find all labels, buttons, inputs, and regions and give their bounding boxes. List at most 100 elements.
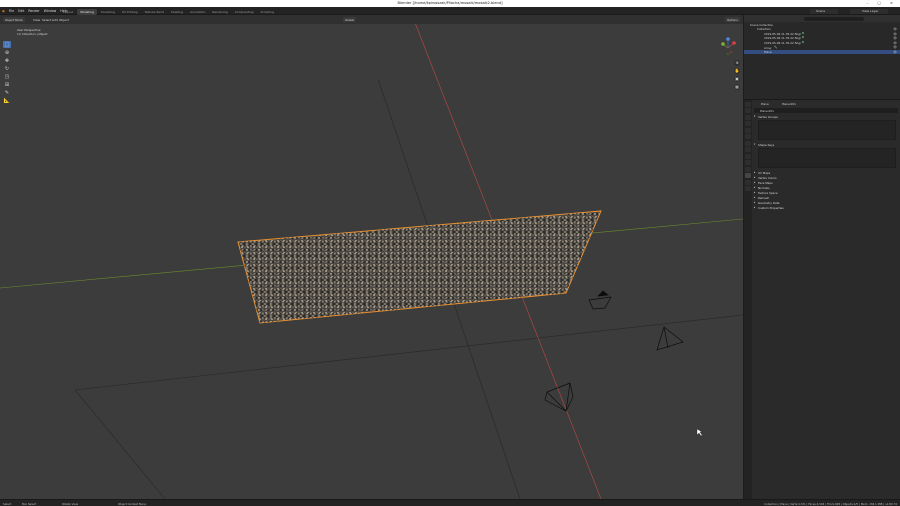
constraints-tab-icon[interactable] xyxy=(745,166,751,172)
tab-sculpting[interactable]: Sculpting xyxy=(98,9,118,15)
particles-tab-icon[interactable] xyxy=(745,153,751,159)
grid-line xyxy=(74,314,743,391)
workspace-tabs: Layout Modeling Sculpting UV Editing Tex… xyxy=(60,8,277,15)
outliner-row[interactable]: Plane 👁 xyxy=(744,49,900,55)
camera-view-icon[interactable]: ▣ xyxy=(734,76,740,82)
mode-selector[interactable]: Object Mode xyxy=(3,17,25,22)
collapse-arrow-icon: ▸ xyxy=(754,205,756,209)
mosaic-plane-detail xyxy=(238,211,601,323)
material-tab-icon[interactable] xyxy=(745,179,751,185)
3d-viewport[interactable]: Object Mode View Select Add Object Globa… xyxy=(0,15,743,499)
physics-tab-icon[interactable] xyxy=(745,160,751,165)
tab-rendering[interactable]: Rendering xyxy=(209,9,230,15)
move-tool-icon[interactable]: ✥ xyxy=(3,57,11,64)
transform-tool-icon[interactable]: ⊞ xyxy=(3,81,11,88)
tab-compositing[interactable]: Compositing xyxy=(232,9,257,15)
grid-line xyxy=(74,389,166,499)
visibility-eye-icon[interactable]: 👁 xyxy=(893,50,897,54)
navigation-buttons: ⊕ ✋ ▣ ▦ xyxy=(734,60,742,92)
vertex-groups-list[interactable] xyxy=(758,120,896,140)
shape-keys-list[interactable] xyxy=(758,148,896,168)
menu-add[interactable]: Add xyxy=(52,18,58,22)
status-hint-select: Select xyxy=(3,501,12,506)
collapse-arrow-icon: ▸ xyxy=(754,180,756,184)
perspective-toggle-icon[interactable]: ▦ xyxy=(734,84,740,90)
menu-window[interactable]: Window xyxy=(44,9,57,13)
view-layer-selector[interactable]: View Layer xyxy=(850,8,888,14)
breadcrumb-mesh: Plane.001 xyxy=(782,101,796,106)
select-tool-icon[interactable]: ⬚ xyxy=(3,41,11,48)
window-controls[interactable]: – ▢ × xyxy=(867,1,898,5)
blender-logo-icon[interactable]: ◉ xyxy=(2,9,5,13)
modifier-tab-icon[interactable] xyxy=(745,147,751,152)
outliner-row-label: Plane xyxy=(764,50,772,55)
view-layer-name: View Layer xyxy=(862,9,879,14)
properties-header: Plane Plane.001 xyxy=(752,100,900,107)
tab-layout[interactable]: Layout xyxy=(60,9,76,15)
expand-arrow-icon: ▾ xyxy=(754,142,756,146)
modifier-icon: ▼ xyxy=(802,40,804,44)
scale-tool-icon[interactable]: ◳ xyxy=(3,73,11,80)
tool-shelf: ⬚ ⊕ ✥ ↻ ◳ ⊞ ✎ 📐 xyxy=(3,41,11,105)
world-tab-icon[interactable] xyxy=(745,134,751,139)
tab-uv-editing[interactable]: UV Editing xyxy=(119,9,141,15)
cursor-tool-icon[interactable]: ⊕ xyxy=(3,49,11,56)
menu-select[interactable]: Select xyxy=(42,18,51,22)
window-title: Blender [/home/kpirosszak/Pliocha/mosaik… xyxy=(397,1,503,5)
collapse-arrow-icon: ▸ xyxy=(754,195,756,199)
outliner-panel: Scene Collection Collection 👁 2019-05-09… xyxy=(744,15,900,99)
mesh-name-field[interactable]: Plane.001 xyxy=(754,108,898,113)
tab-texture-paint[interactable]: Texture Paint xyxy=(142,9,167,15)
properties-panel: Plane Plane.001 Plane.001 ▾ Vertex Group… xyxy=(744,99,900,500)
scene-selector[interactable]: Scene xyxy=(810,8,838,14)
menu-render[interactable]: Render xyxy=(28,9,39,13)
mouse-cursor-icon xyxy=(696,428,703,437)
status-hint-context-menu: Object Context Menu xyxy=(118,501,147,506)
rotate-tool-icon[interactable]: ↻ xyxy=(3,65,11,72)
expand-arrow-icon: ▾ xyxy=(754,114,756,118)
annotate-tool-icon[interactable]: ✎ xyxy=(3,89,11,96)
tab-scripting[interactable]: Scripting xyxy=(258,9,277,15)
render-tab-icon[interactable] xyxy=(745,108,751,113)
collapse-arrow-icon: ▸ xyxy=(754,200,756,204)
scene-tab-icon[interactable] xyxy=(745,127,751,133)
status-hint-box-select: Box Select xyxy=(22,501,37,506)
pan-icon[interactable]: ✋ xyxy=(734,68,740,74)
scene-name: Scene xyxy=(816,9,826,14)
collapse-arrow-icon: ▸ xyxy=(754,185,756,189)
panel-custom-properties[interactable]: ▸ Custom Properties xyxy=(752,205,900,210)
view-layer-tab-icon[interactable] xyxy=(745,121,751,126)
panel-vertex-groups[interactable]: ▾ Vertex Groups xyxy=(752,114,900,119)
collapse-arrow-icon: ▸ xyxy=(754,190,756,194)
collapse-arrow-icon: ▸ xyxy=(754,170,756,174)
mesh-data-tab-icon[interactable] xyxy=(745,173,751,178)
outliner-search-input[interactable] xyxy=(804,16,864,21)
measure-tool-icon[interactable]: 📐 xyxy=(3,97,11,104)
zoom-icon[interactable]: ⊕ xyxy=(734,60,740,66)
menu-object[interactable]: Object xyxy=(59,18,69,22)
view-collection-label: (1) Collection | Object xyxy=(17,32,48,36)
outliner-header xyxy=(744,15,900,22)
properties-body: Plane Plane.001 Plane.001 ▾ Vertex Group… xyxy=(752,100,900,210)
modifier-icon: ▼ xyxy=(802,31,804,35)
menu-file[interactable]: File xyxy=(9,9,14,13)
tab-shading[interactable]: Shading xyxy=(168,9,186,15)
tool-tab-icon[interactable] xyxy=(745,101,751,107)
tab-modeling[interactable]: Modeling xyxy=(77,8,97,15)
texture-tab-icon[interactable] xyxy=(745,186,751,191)
tab-animation[interactable]: Animation xyxy=(187,9,208,15)
window-titlebar: Blender [/home/kpirosszak/Pliocha/mosaik… xyxy=(0,0,900,7)
object-tab-icon[interactable] xyxy=(745,140,751,146)
orientation-selector[interactable]: Global xyxy=(343,17,356,22)
options-button[interactable]: Options xyxy=(725,17,740,22)
menu-view[interactable]: View xyxy=(33,18,40,22)
viewport-scene xyxy=(0,15,743,499)
output-tab-icon[interactable] xyxy=(745,114,751,120)
viewport-header: Object Mode View Select Add Object Globa… xyxy=(0,15,743,24)
mesh-name-value: Plane.001 xyxy=(760,108,774,113)
top-bar: ◉ File Edit Render Window Help Layout Mo… xyxy=(0,7,900,15)
panel-shape-keys[interactable]: ▾ Shape Keys xyxy=(752,142,900,147)
status-scene-stats: Collection | Plane | Verts:4,721 | Faces… xyxy=(764,501,897,506)
menu-edit[interactable]: Edit xyxy=(18,9,24,13)
status-hint-rotate: Rotate View xyxy=(62,501,79,506)
